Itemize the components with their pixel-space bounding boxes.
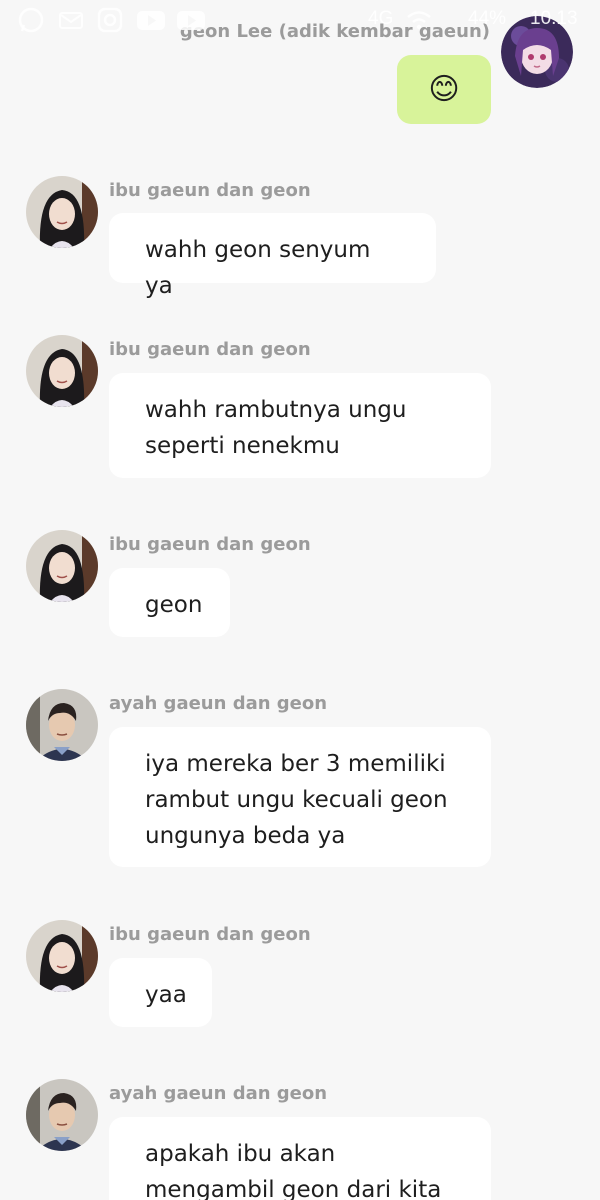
- sender-name: ibu gaeun dan geon: [109, 534, 311, 555]
- avatar-ayah[interactable]: [26, 689, 98, 761]
- sender-name: ibu gaeun dan geon: [109, 924, 311, 945]
- wifi-icon: [407, 11, 431, 30]
- network-type: 4G: [368, 8, 394, 29]
- avatar-ibu[interactable]: [26, 920, 98, 992]
- status-bar: 4G 44% 10.13: [0, 0, 600, 40]
- sender-name: ayah gaeun dan geon: [109, 693, 328, 714]
- sender-name: ibu gaeun dan geon: [109, 180, 311, 201]
- sender-name: ayah gaeun dan geon: [109, 1083, 328, 1104]
- clock: 10.13: [530, 8, 578, 29]
- instagram-icon: [97, 7, 123, 33]
- message-bubble[interactable]: wahh geon senyum ya: [109, 213, 436, 299]
- avatar-ibu[interactable]: [26, 335, 98, 407]
- youtube-icon-2: [177, 11, 205, 30]
- mail-icon: [59, 12, 83, 29]
- avatar-ibu[interactable]: [26, 530, 98, 602]
- smile-emoji: 😊: [428, 71, 460, 107]
- battery-percent: 44%: [468, 8, 507, 29]
- sender-name: ibu gaeun dan geon: [109, 339, 311, 360]
- message-bubble[interactable]: iya mereka ber 3 memiliki rambut ungu ke…: [109, 727, 491, 867]
- avatar-ayah[interactable]: [26, 1079, 98, 1151]
- message-bubble[interactable]: wahh rambutnya ungu seperti nenekmu: [109, 373, 491, 478]
- message-bubble[interactable]: geon: [109, 568, 230, 637]
- message-bubble[interactable]: yaa: [109, 958, 212, 1027]
- chat-screen: 4G 44% 10.13 geon Lee (adik kembar gaeun…: [0, 0, 600, 1200]
- youtube-icon: [137, 11, 165, 30]
- outgoing-bubble[interactable]: 😊: [397, 55, 491, 124]
- whatsapp-icon: [18, 7, 44, 33]
- message-bubble[interactable]: apakah ibu akan mengambil geon dari kita: [109, 1117, 491, 1200]
- avatar-ibu[interactable]: [26, 176, 98, 248]
